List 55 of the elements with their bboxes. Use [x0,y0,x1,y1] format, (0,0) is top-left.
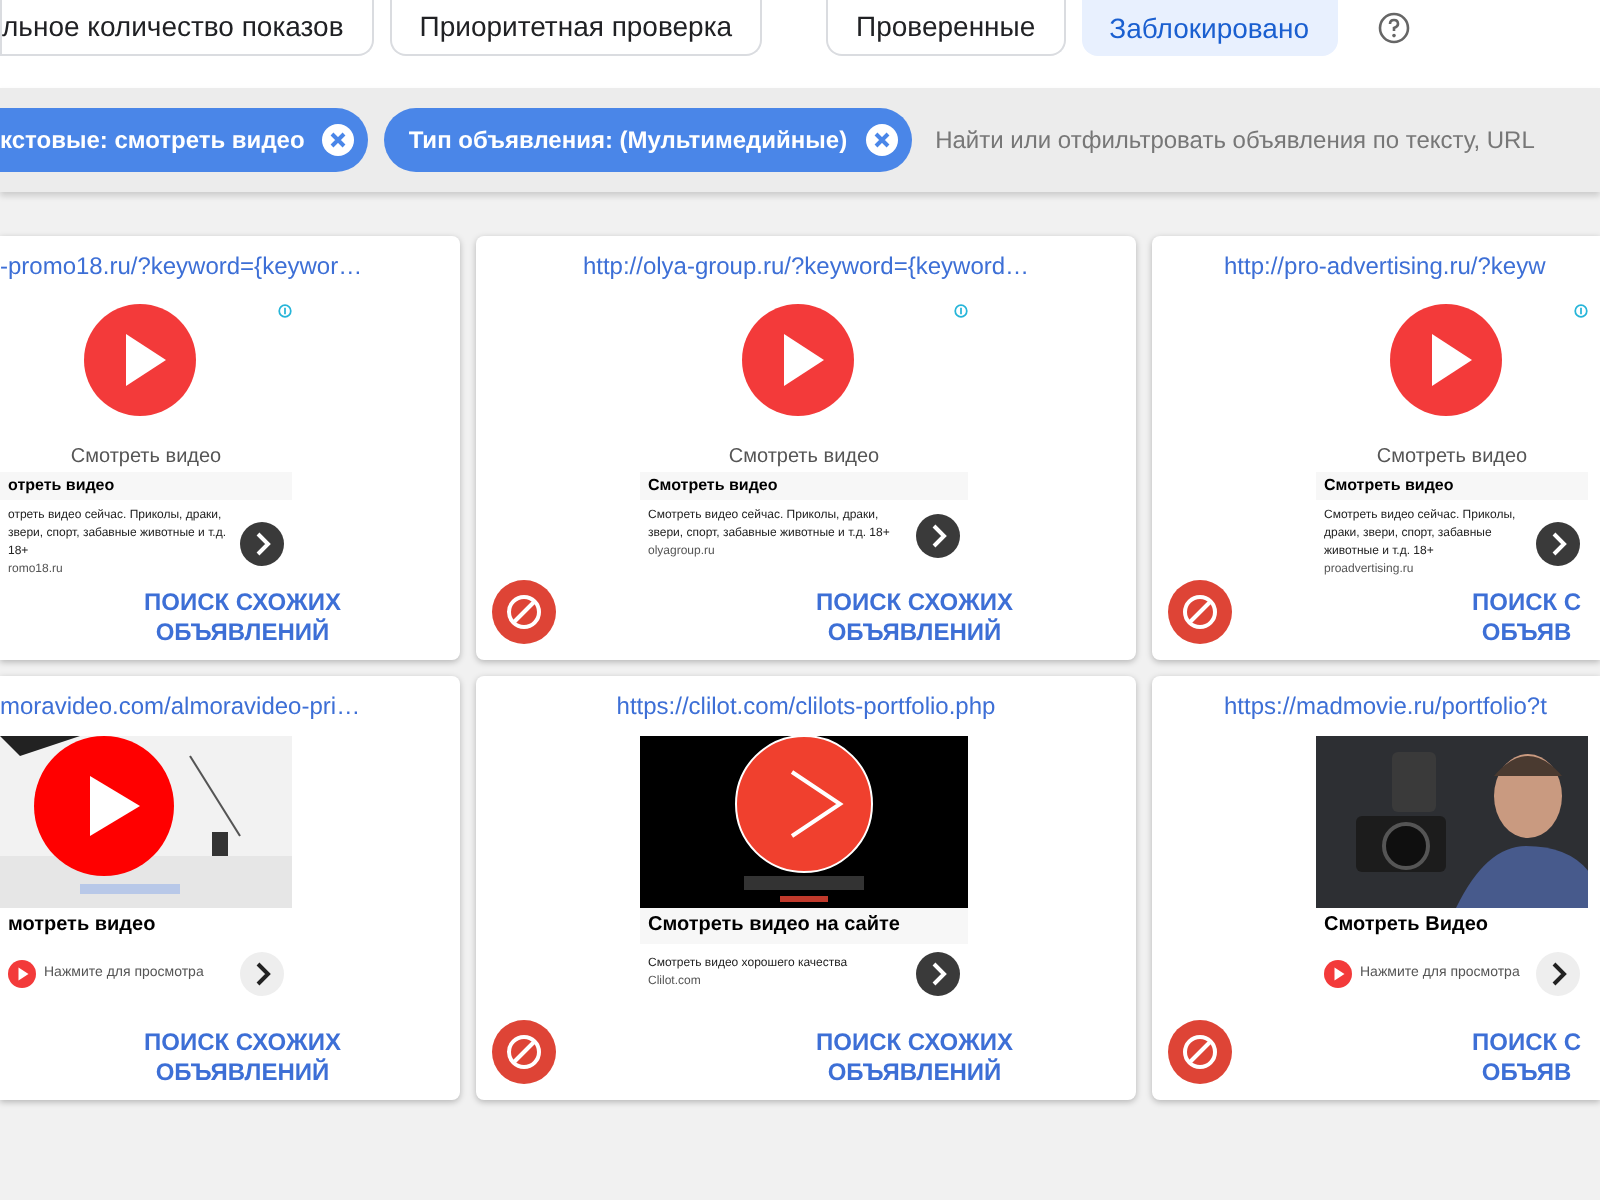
block-button[interactable] [492,1020,556,1084]
info-icon[interactable] [954,304,968,318]
ad-url[interactable]: http://pro-advertising.ru/?keyw [1152,236,1600,284]
info-icon[interactable] [1574,304,1588,318]
ad-title: мотреть видео [6,912,158,940]
block-icon [506,594,542,630]
block-icon [506,1034,542,1070]
filter-tab[interactable]: льное количество показов [0,0,374,56]
ad-url[interactable]: https://madmovie.ru/portfolio?t [1152,676,1600,724]
help-icon[interactable] [1377,12,1409,44]
close-icon[interactable] [863,122,900,158]
block-icon [1182,1034,1218,1070]
block-button[interactable] [1168,1020,1232,1084]
block-button[interactable] [492,580,556,644]
find-similar-link[interactable]: ПОИСК СХОЖИХ ОБЪЯВЛЕНИЙ [144,588,341,648]
chip-label: Тип объявления: (Мультимедийные) [408,124,848,158]
ad-title: Смотреть видео [640,472,968,500]
ad-title: Смотреть Видео [1322,912,1490,940]
ad-caption: Смотреть видео [68,444,224,472]
ad-url[interactable]: http://olya-group.ru/?keyword={keyword… [476,236,1136,284]
filter-tab[interactable]: Приоритетная проверка [389,0,763,56]
find-similar-link[interactable]: ПОИСК С ОБЪЯВ [1472,1028,1582,1088]
find-similar-link[interactable]: ПОИСК СХОЖИХ ОБЪЯВЛЕНИЙ [816,588,1013,648]
ad-title: Смотреть видео на сайте [640,908,968,944]
filter-tab[interactable]: Заблокировано [1081,0,1337,56]
play-icon [1324,960,1352,988]
play-icon [8,960,36,988]
chevron-right-icon[interactable] [240,952,284,996]
filter-chip[interactable]: Тип объявления: (Мультимедийные) [384,108,912,172]
chevron-right-icon[interactable] [240,522,284,566]
play-icon [741,304,853,416]
chip-label: кстовые: смотреть видео [0,124,305,158]
find-similar-link[interactable]: ПОИСК СХОЖИХ ОБЪЯВЛЕНИЙ [816,1028,1013,1088]
close-icon[interactable] [320,122,357,158]
chevron-right-icon[interactable] [1536,952,1580,996]
play-icon [1389,304,1501,416]
ad-caption: Смотреть видео [726,444,882,472]
block-icon [1182,594,1218,630]
filter-tab[interactable]: Проверенные [826,0,1066,56]
ad-url[interactable]: https://clilot.com/clilots-portfolio.php [476,676,1136,724]
chevron-right-icon[interactable] [1536,522,1580,566]
search-field[interactable]: Найти или отфильтровать объявления по тексту, URL [935,122,1600,158]
ad-url[interactable]: moravideo.com/almoravideo-pri… [0,676,460,724]
ad-caption: Смотреть видео [1374,444,1530,472]
chevron-right-icon[interactable] [916,513,960,557]
ad-title: отреть видео [0,472,292,500]
find-similar-link[interactable]: ПОИСК СХОЖИХ ОБЪЯВЛЕНИЙ [144,1028,341,1088]
filter-chip[interactable]: кстовые: смотреть видео [0,108,369,172]
block-button[interactable] [1168,580,1232,644]
find-similar-link[interactable]: ПОИСК С ОБЪЯВ [1472,588,1582,648]
chevron-right-icon[interactable] [916,952,960,996]
info-icon[interactable] [278,304,292,318]
play-icon [83,304,195,416]
ad-url[interactable]: -promo18.ru/?keyword={keywor… [0,236,460,284]
ad-title: Смотреть видео [1316,472,1588,500]
